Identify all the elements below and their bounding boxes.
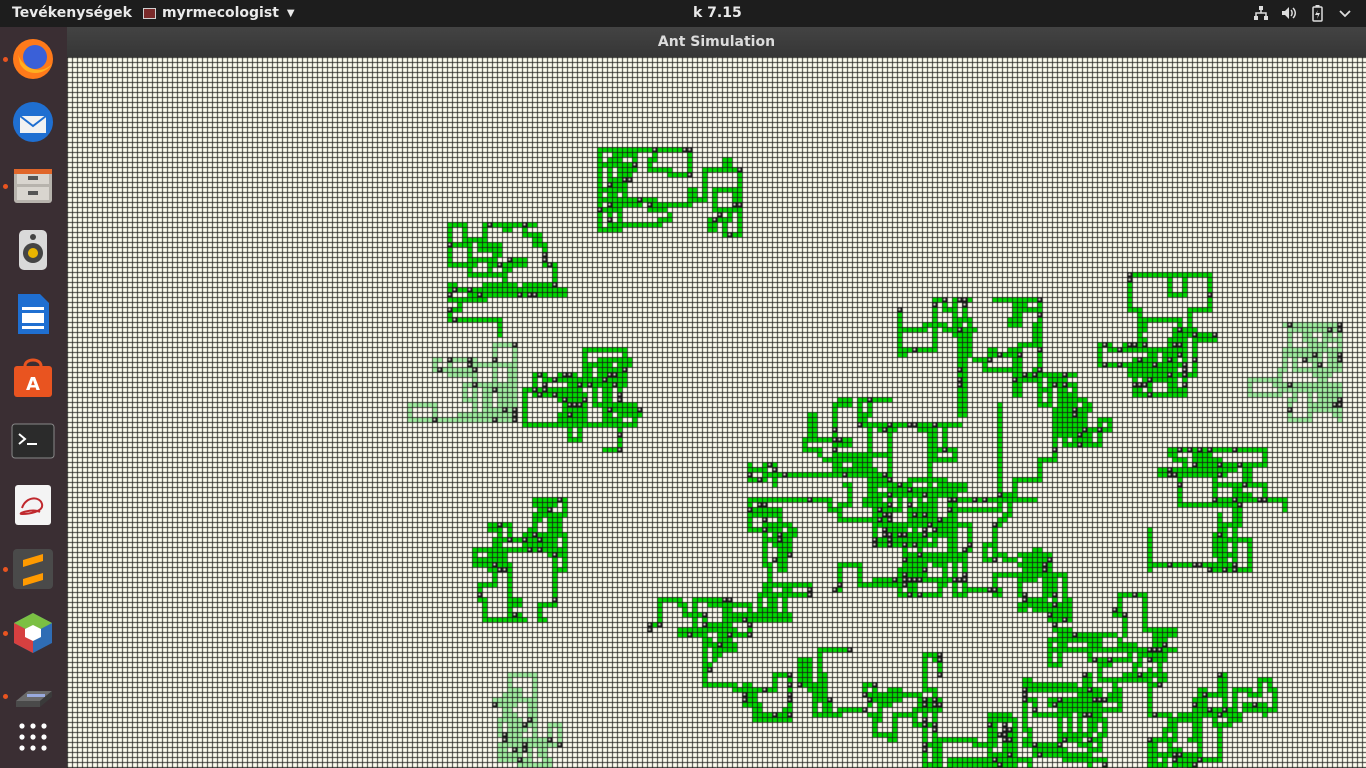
- dock-item-files[interactable]: [10, 163, 56, 209]
- activities-button[interactable]: Tevékenységek: [12, 5, 132, 21]
- files-icon: [14, 169, 52, 203]
- running-indicator: [3, 694, 8, 699]
- dock-item-terminal[interactable]: [10, 418, 56, 464]
- firefox-icon: [13, 39, 53, 79]
- dock-item-virtualbox[interactable]: [10, 610, 56, 656]
- chevron-down-icon[interactable]: [1336, 3, 1354, 23]
- document-viewer-icon: [15, 485, 51, 525]
- cube-icon: [14, 613, 52, 653]
- simulation-canvas[interactable]: [67, 57, 1366, 768]
- dock-item-writer[interactable]: [10, 291, 56, 337]
- dock-item-thunderbird[interactable]: [10, 99, 56, 145]
- dock-item-document-viewer[interactable]: [10, 482, 56, 528]
- terminal-icon: [11, 423, 55, 459]
- dock-item-rhythmbox[interactable]: [10, 227, 56, 273]
- top-bar: Tevékenységek myrmecologist ▼ k 7.15: [0, 0, 1366, 27]
- running-indicator: [3, 567, 8, 572]
- app-menu[interactable]: myrmecologist ▼: [143, 5, 295, 21]
- volume-icon[interactable]: [1280, 3, 1298, 23]
- dock-item-sublime-text[interactable]: [10, 546, 56, 592]
- battery-icon[interactable]: [1308, 3, 1326, 23]
- ant-simulation-window: Ant Simulation: [67, 27, 1366, 768]
- system-tray[interactable]: [1252, 3, 1354, 23]
- app-menu-label: myrmecologist: [162, 5, 279, 21]
- running-indicator: [3, 631, 8, 636]
- show-applications-button[interactable]: [10, 715, 56, 761]
- scanner-icon: [16, 691, 52, 707]
- network-icon[interactable]: [1252, 3, 1270, 23]
- running-indicator: [3, 184, 8, 189]
- ant-grid[interactable]: [67, 57, 1366, 768]
- speaker-icon: [19, 230, 47, 270]
- grid-dots-icon: [19, 723, 47, 751]
- shopping-bag-icon: A: [14, 358, 52, 397]
- document-icon: [18, 294, 49, 334]
- window-title-bar[interactable]: Ant Simulation: [67, 27, 1366, 58]
- sublime-text-icon: [13, 549, 53, 589]
- dock-item-software[interactable]: A: [10, 354, 56, 400]
- dock: A: [0, 27, 67, 768]
- app-icon: [143, 7, 156, 19]
- clock[interactable]: k 7.15: [693, 5, 742, 21]
- thunderbird-icon: [13, 102, 53, 142]
- svg-text:A: A: [26, 374, 40, 395]
- chevron-down-icon: ▼: [286, 7, 295, 19]
- dock-item-firefox[interactable]: [10, 36, 56, 82]
- dock-item-scanner[interactable]: [10, 673, 56, 719]
- window-title: Ant Simulation: [657, 34, 776, 50]
- running-indicator: [3, 57, 8, 62]
